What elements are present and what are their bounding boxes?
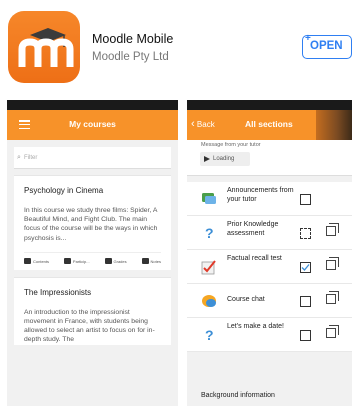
activity-row[interactable]: Factual recall test bbox=[187, 250, 352, 284]
copy-icon[interactable] bbox=[326, 257, 339, 270]
completion-checkbox[interactable] bbox=[300, 228, 311, 239]
briefcase-icon bbox=[24, 258, 31, 265]
open-button-label: OPEN bbox=[310, 40, 343, 52]
back-button[interactable]: ‹ Back bbox=[191, 110, 215, 139]
activity-row[interactable]: Announcements from your tutor bbox=[187, 182, 352, 216]
tutor-message: Message from your tutor Loading bbox=[187, 140, 352, 176]
course-description: An introduction to the impressionist mov… bbox=[24, 308, 155, 344]
copy-icon[interactable] bbox=[326, 325, 339, 338]
chevron-left-icon: ‹ bbox=[191, 118, 195, 130]
contents-link[interactable]: Contents bbox=[24, 258, 49, 265]
completion-checkbox-checked[interactable] bbox=[300, 262, 311, 273]
participants-link[interactable]: Particip... bbox=[63, 258, 90, 265]
chat-icon bbox=[202, 295, 216, 307]
section-header: Background information bbox=[187, 388, 352, 406]
activity-label: Let's make a date! bbox=[227, 323, 284, 330]
nav-bar: My courses bbox=[7, 110, 178, 140]
activity-row[interactable]: ? Let's make a date! bbox=[187, 318, 352, 352]
status-bar bbox=[187, 100, 352, 110]
menu-icon[interactable] bbox=[19, 120, 30, 130]
filter-input[interactable]: ⌕ Filter bbox=[14, 147, 171, 169]
screenshot-my-courses[interactable]: My courses ⌕ Filter Psychology in Cinema… bbox=[7, 100, 178, 406]
completion-checkbox[interactable] bbox=[300, 296, 311, 307]
course-banner-image bbox=[316, 110, 352, 140]
filter-placeholder: Filter bbox=[24, 155, 38, 161]
search-icon: ⌕ bbox=[17, 154, 21, 161]
activity-label: Course chat bbox=[227, 296, 265, 303]
completion-checkbox[interactable] bbox=[300, 194, 311, 205]
course-description: In this course we study three films: Spi… bbox=[24, 207, 158, 242]
course-footer: Contents Particip... Grades Notes bbox=[24, 251, 161, 270]
activity-label: Prior Knowledge assessment bbox=[227, 221, 279, 237]
checkmark-icon bbox=[301, 264, 310, 271]
plus-icon: + bbox=[305, 33, 311, 44]
activity-row[interactable]: Course chat bbox=[187, 284, 352, 318]
audio-player[interactable]: Loading bbox=[200, 152, 250, 166]
grades-icon bbox=[104, 258, 112, 265]
open-button[interactable]: + OPEN bbox=[302, 33, 352, 59]
moodle-app-icon[interactable] bbox=[8, 11, 80, 83]
app-header: Moodle Mobile Moodle Pty Ltd + OPEN bbox=[0, 0, 352, 92]
course-title: The Impressionists bbox=[24, 287, 92, 297]
question-icon: ? bbox=[205, 225, 214, 241]
tutor-message-label: Message from your tutor bbox=[201, 142, 261, 148]
course-title: Psychology in Cinema bbox=[24, 186, 104, 195]
activity-list: Announcements from your tutor ? Prior Kn… bbox=[187, 182, 352, 352]
nav-bar: ‹ Back All sections bbox=[187, 110, 352, 140]
course-card[interactable]: Psychology in Cinema In this course we s… bbox=[14, 175, 171, 270]
people-icon bbox=[63, 258, 71, 265]
svg-text:?: ? bbox=[205, 225, 214, 241]
screenshot-all-sections[interactable]: ‹ Back All sections Message from your tu… bbox=[187, 100, 352, 406]
activity-label: Factual recall test bbox=[227, 255, 282, 262]
forum-icon bbox=[202, 193, 216, 204]
nav-title: All sections bbox=[245, 119, 293, 129]
question-icon: ? bbox=[205, 327, 214, 343]
course-card[interactable]: The Impressionists An introduction to th… bbox=[14, 276, 171, 345]
notes-link[interactable]: Notes bbox=[141, 258, 161, 265]
copy-icon[interactable] bbox=[326, 291, 339, 304]
activity-row[interactable]: ? Prior Knowledge assessment bbox=[187, 216, 352, 250]
grades-link[interactable]: Grades bbox=[104, 258, 127, 265]
nav-title: My courses bbox=[69, 119, 116, 129]
completion-checkbox[interactable] bbox=[300, 330, 311, 341]
activity-label: Announcements from your tutor bbox=[227, 187, 294, 203]
svg-text:?: ? bbox=[205, 327, 214, 343]
status-bar bbox=[7, 100, 178, 110]
app-developer: Moodle Pty Ltd bbox=[92, 51, 169, 63]
copy-icon[interactable] bbox=[326, 223, 339, 236]
notes-icon bbox=[141, 258, 149, 265]
quiz-check-icon bbox=[201, 260, 216, 275]
loading-label: Loading bbox=[213, 156, 235, 162]
app-title: Moodle Mobile bbox=[92, 32, 174, 46]
